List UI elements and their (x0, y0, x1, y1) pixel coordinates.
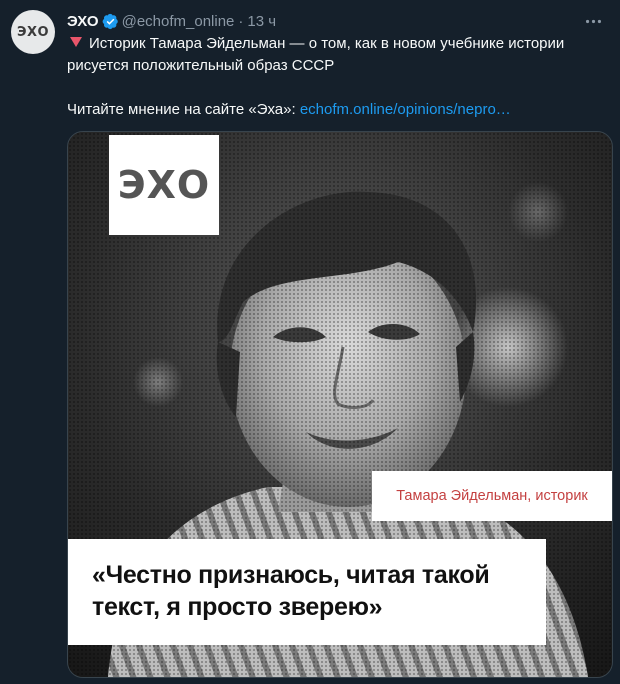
media-image[interactable]: ЭХО Тамара Эйдельман, историк «Честно пр… (67, 131, 613, 678)
echo-logo-text: ЭХО (117, 163, 211, 207)
quote-text: «Честно признаюсь, читая такой текст, я … (92, 561, 490, 621)
tweet-header: ЭХО @echofm_online · 13 ч (67, 10, 600, 32)
person-caption-text: Тамара Эйдельман, историк (396, 488, 588, 504)
quote-block: «Честно признаюсь, читая такой текст, я … (68, 539, 546, 645)
avatar-logo-text: ЭХО (16, 24, 50, 40)
red-triangle-icon (70, 37, 82, 47)
separator-dot: · (238, 12, 244, 30)
display-name[interactable]: ЭХО (67, 13, 99, 30)
tweet-text: Историк Тамара Эйдельман — о том, как в … (67, 33, 598, 121)
more-dots-icon[interactable] (580, 8, 606, 34)
echo-logo: ЭХО (109, 135, 219, 235)
timestamp[interactable]: 13 ч (247, 13, 276, 30)
tweet-paragraph-2: Читайте мнение на сайте «Эха»: echofm.on… (67, 99, 598, 121)
user-handle[interactable]: @echofm_online (122, 13, 235, 30)
person-caption: Тамара Эйдельман, историк (372, 471, 612, 521)
tweet-paragraph-1: Историк Тамара Эйдельман — о том, как в … (67, 33, 598, 77)
tweet-line-1: Историк Тамара Эйдельман — о том, как в … (67, 35, 565, 74)
verified-badge-icon (102, 13, 119, 30)
article-link[interactable]: echofm.online/opinions/nepro… (300, 101, 511, 118)
tweet[interactable]: ЭХО ЭХО @echofm_online · 13 ч Историк Та… (0, 0, 620, 684)
tweet-line-2-prefix: Читайте мнение на сайте «Эха»: (67, 101, 300, 118)
avatar[interactable]: ЭХО (11, 10, 55, 54)
